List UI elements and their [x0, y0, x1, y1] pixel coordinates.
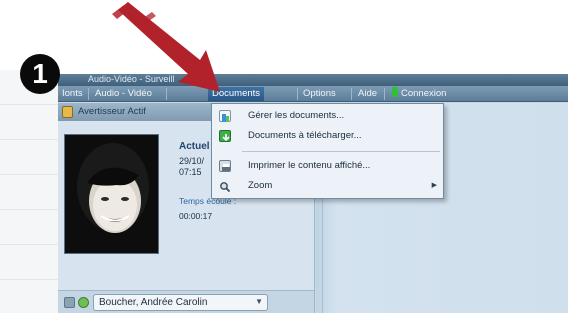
red-arrow-icon — [112, 2, 220, 92]
